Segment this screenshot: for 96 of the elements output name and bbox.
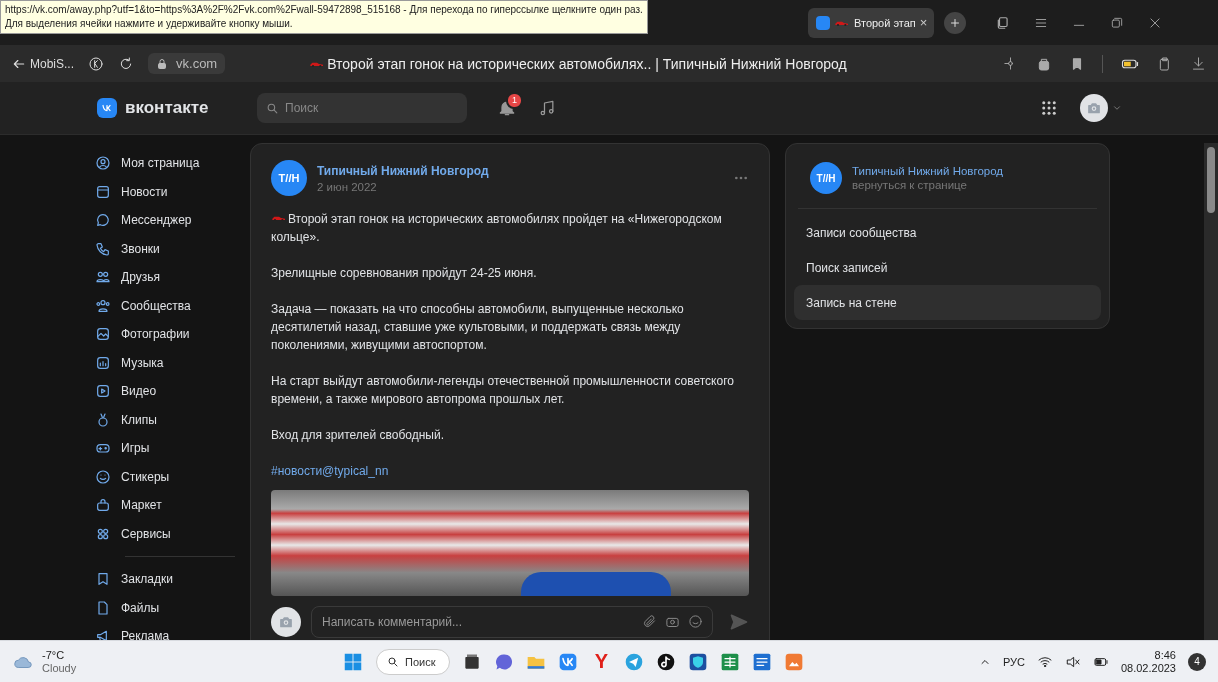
sidebar-item[interactable]: Реклама xyxy=(95,622,245,640)
shield-icon[interactable] xyxy=(688,651,709,672)
camera-icon xyxy=(1087,101,1101,115)
user-icon xyxy=(95,155,111,172)
photo-placeholder[interactable] xyxy=(271,490,749,596)
sidebar-item[interactable]: Маркет xyxy=(95,491,245,520)
lock-icon xyxy=(156,57,168,70)
back-to-page-link[interactable]: вернуться к странице xyxy=(852,179,1004,191)
notification-badge: 1 xyxy=(506,92,523,109)
back-button[interactable]: MobiS... xyxy=(12,56,74,71)
tab-title: Второй этап xyxy=(854,16,916,29)
document-icon[interactable] xyxy=(752,651,773,672)
sidebar-item[interactable]: Стикеры xyxy=(95,462,245,491)
new-tab-button[interactable] xyxy=(944,11,966,34)
logo-mark-icon xyxy=(101,102,113,114)
sidebar-item[interactable]: Закладки xyxy=(95,565,245,594)
paper-plane-icon[interactable] xyxy=(624,651,645,672)
post-paragraph: Зрелищные соревнования пройдут 24-25 июня. xyxy=(271,265,538,282)
group-avatar[interactable]: Т//Н xyxy=(810,162,842,194)
photo-icon xyxy=(95,326,111,343)
sidebar-item[interactable]: Звонки xyxy=(95,234,245,263)
sidebar-item[interactable]: Файлы xyxy=(95,593,245,622)
weather-temperature[interactable]: -7°C xyxy=(42,648,77,662)
post-paragraph: Задача — показать на что способны автомобили, выпущенные несколько десятилетий назад, ставшие уже культовыми, и поддержать связь между поколениями, живущими автоспортом. xyxy=(271,301,685,354)
sidebar-item[interactable]: Моя страница xyxy=(95,149,245,178)
logo-text[interactable]: вконтакте xyxy=(125,98,209,118)
profile-avatar[interactable] xyxy=(1080,94,1108,122)
comment-field[interactable]: Написать комментарий... xyxy=(311,606,713,638)
chat-bubble-icon[interactable] xyxy=(494,651,515,672)
sidebar-item[interactable]: Игры xyxy=(95,434,245,463)
post-date[interactable]: 2 июн 2022 xyxy=(317,180,489,193)
close-icon[interactable] xyxy=(1148,15,1162,30)
language-indicator[interactable]: РУС xyxy=(1002,655,1025,668)
collections-icon[interactable] xyxy=(996,15,1010,30)
bag-icon xyxy=(95,497,111,514)
caret-icon[interactable] xyxy=(1112,103,1122,113)
square-logo-icon[interactable] xyxy=(558,651,579,672)
clock-time[interactable]: 8:46 xyxy=(1120,648,1176,662)
reload-icon[interactable] xyxy=(118,55,134,72)
address-bar[interactable]: vk.com xyxy=(148,53,226,74)
tab-favicon-icon xyxy=(816,15,830,30)
apps-grid-icon[interactable] xyxy=(1040,99,1058,117)
download-icon[interactable] xyxy=(1191,56,1206,71)
clips-icon xyxy=(95,411,111,428)
group-icon xyxy=(95,297,111,314)
file-icon xyxy=(95,599,111,616)
chat-bubble-icon xyxy=(95,212,111,229)
group-name-link[interactable]: Типичный Нижний Новгород xyxy=(852,165,1004,177)
video-icon xyxy=(95,383,111,400)
logo-icon[interactable] xyxy=(97,98,117,118)
post-paragraph: Второй этап гонок на исторических автомобилях пройдет на «Нижегородском кольце». xyxy=(271,211,723,246)
group-avatar[interactable]: Т//Н xyxy=(271,160,307,196)
smiley-icon[interactable] xyxy=(688,614,703,629)
link-tooltip: https://vk.com/away.php?utf=1&to=https%3A%2F%2Fvk.com%2Fwall-59472898_515168 - Для перехода по гиперссылке щелкните один раз. Для выделения ячейки нажмите и удерживайте кнопку мыши. xyxy=(0,0,648,34)
paperclip-icon[interactable] xyxy=(642,614,657,629)
spreadsheet-icon[interactable] xyxy=(720,651,741,672)
sidebar-item[interactable]: Фотографии xyxy=(95,320,245,349)
sidebar-item[interactable]: Сервисы xyxy=(95,519,245,548)
sidebar-item[interactable]: Сообщества xyxy=(95,291,245,320)
sidebar-item[interactable]: Клипы xyxy=(95,405,245,434)
music-note-icon[interactable] xyxy=(656,651,677,672)
post-paragraph: На старт выйдут автомобили-легенды отечественной промышленности советского времени, а также мирового автопрома прошлых лет. xyxy=(271,373,735,408)
plus-icon xyxy=(949,16,961,29)
menu-item[interactable]: Записи сообщества xyxy=(794,215,1101,250)
tab-close-button[interactable]: × xyxy=(919,15,928,30)
search-field[interactable]: Поиск xyxy=(257,93,467,123)
hashtag-link[interactable]: #новости@typical_nn xyxy=(271,462,389,480)
sidebar-item[interactable]: Мессенджер xyxy=(95,206,245,235)
phone-icon xyxy=(95,240,111,257)
browser-tab[interactable]: Второй этап × xyxy=(808,7,934,38)
scrollbar[interactable] xyxy=(1204,143,1218,640)
search-icon xyxy=(387,655,399,668)
circle-logo-icon[interactable] xyxy=(88,55,104,72)
post-paragraph: Вход для зрителей свободный. xyxy=(271,427,446,444)
menu-item[interactable]: Поиск записей xyxy=(794,250,1101,285)
bookmark-icon[interactable] xyxy=(1070,56,1084,71)
restore-icon[interactable] xyxy=(1110,15,1124,30)
notification-count-badge[interactable]: 4 xyxy=(1188,652,1206,671)
menu-item[interactable]: Запись на стене xyxy=(794,285,1101,320)
sidebar-item[interactable]: Видео xyxy=(95,377,245,406)
search-icon xyxy=(266,102,279,115)
bookmark-icon xyxy=(95,571,111,588)
sidebar-item[interactable]: Музыка xyxy=(95,348,245,377)
clock-date[interactable]: 08.02.2023 xyxy=(1120,661,1176,675)
weather-condition[interactable]: Cloudy xyxy=(42,661,77,675)
page-title: Второй этап гонок на исторических автомобилях.. | Типичный Нижний Новгород xyxy=(327,55,847,72)
music-icon xyxy=(95,354,111,371)
author-link[interactable]: Типичный Нижний Новгород xyxy=(317,163,489,178)
newspaper-icon xyxy=(95,183,111,200)
camera-icon xyxy=(279,615,293,629)
letter-app-icon[interactable]: Y xyxy=(590,650,613,673)
sidebar-item[interactable]: Друзья xyxy=(95,263,245,292)
smiley-icon xyxy=(95,468,111,485)
image-icon[interactable] xyxy=(784,651,805,672)
taskbar-search-button[interactable]: Поиск xyxy=(376,648,451,675)
sidebar-item[interactable]: Новости xyxy=(95,177,245,206)
